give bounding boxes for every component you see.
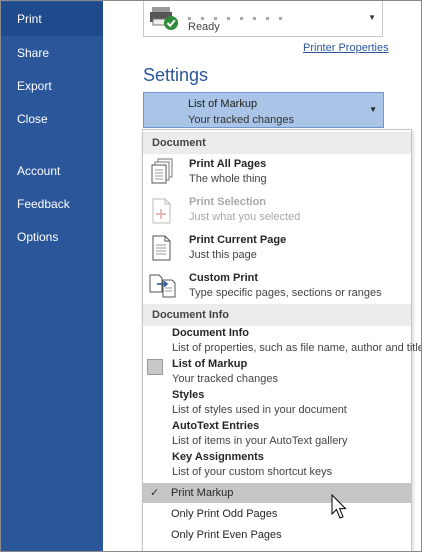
menu-item-title: Key Assignments — [172, 451, 264, 463]
all-pages-icon — [151, 158, 175, 189]
mouse-cursor-icon — [331, 493, 349, 525]
menu-item-title: Print Current Page — [189, 234, 287, 246]
option-label: Print Markup — [171, 487, 234, 499]
sidebar-item-options[interactable]: Options — [1, 220, 103, 254]
sidebar-item-share[interactable]: Share — [1, 36, 103, 70]
check-icon: ✓ — [150, 487, 160, 499]
menu-item-title: Print All Pages — [189, 158, 267, 170]
menu-item-description: Type specific pages, sections or ranges — [189, 287, 382, 299]
printer-icon — [150, 5, 180, 36]
menu-item-title: List of Markup — [172, 358, 248, 370]
backstage-window: Print Share Export Close Account Feedbac… — [0, 0, 422, 552]
sidebar-item-feedback[interactable]: Feedback — [1, 187, 103, 221]
settings-heading: Settings — [143, 65, 209, 85]
current-page-icon — [151, 235, 173, 266]
option-only-print-even-pages[interactable]: Only Print Even Pages — [143, 525, 411, 545]
menu-item-description: List of items in your AutoText gallery — [172, 435, 348, 447]
menu-item-description: Just this page — [189, 249, 257, 261]
printer-dropdown[interactable]: Ready ▼ — [143, 1, 383, 37]
menu-item-styles[interactable]: Styles List of styles used in your docum… — [143, 389, 411, 420]
menu-item-print-selection[interactable]: Print Selection Just what you selected — [143, 194, 411, 232]
section-header-document: Document — [143, 132, 411, 154]
menu-item-print-current-page[interactable]: Print Current Page Just this page — [143, 232, 411, 270]
chevron-down-icon[interactable]: ▼ — [369, 105, 377, 114]
option-print-markup[interactable]: ✓ Print Markup — [143, 483, 411, 503]
print-what-dropdown[interactable]: List of Markup Your tracked changes ▼ — [143, 92, 384, 128]
printer-properties-link[interactable]: Printer Properties — [303, 42, 389, 54]
option-label: Only Print Even Pages — [171, 529, 282, 541]
menu-item-list-of-markup[interactable]: List of Markup Your tracked changes — [143, 358, 411, 389]
selected-option-description: Your tracked changes — [188, 114, 294, 126]
menu-item-title: Custom Print — [189, 272, 259, 284]
menu-item-description: The whole thing — [189, 173, 267, 185]
sidebar-item-close[interactable]: Close — [1, 102, 103, 136]
menu-item-title: Print Selection — [189, 196, 267, 208]
menu-item-custom-print[interactable]: Custom Print Type specific pages, sectio… — [143, 270, 411, 306]
menu-item-description: List of your custom shortcut keys — [172, 466, 333, 478]
selected-indicator — [147, 359, 163, 375]
custom-print-icon — [149, 272, 179, 303]
menu-item-title: Styles — [172, 389, 205, 401]
chevron-down-icon[interactable]: ▼ — [368, 13, 376, 22]
printer-status: Ready — [188, 21, 220, 33]
menu-item-title: AutoText Entries — [172, 420, 260, 432]
menu-item-title: Document Info — [172, 327, 249, 339]
menu-item-autotext-entries[interactable]: AutoText Entries List of items in your A… — [143, 420, 411, 451]
option-only-print-odd-pages[interactable]: Only Print Odd Pages — [143, 504, 411, 524]
menu-item-key-assignments[interactable]: Key Assignments List of your custom shor… — [143, 451, 411, 482]
section-header-document-info: Document Info — [143, 304, 411, 326]
backstage-sidebar: Print Share Export Close Account Feedbac… — [1, 1, 103, 551]
sidebar-item-account[interactable]: Account — [1, 154, 103, 188]
print-what-menu: Document Print All Pages The whole thing — [142, 129, 421, 551]
menu-item-description: List of styles used in your document — [172, 404, 347, 416]
selected-option-title: List of Markup — [188, 98, 258, 110]
menu-item-document-info[interactable]: Document Info List of properties, such a… — [143, 327, 421, 358]
menu-item-description: Just what you selected — [189, 211, 301, 223]
selection-icon — [151, 198, 173, 229]
sidebar-item-export[interactable]: Export — [1, 69, 103, 103]
menu-item-print-all-pages[interactable]: Print All Pages The whole thing — [143, 156, 411, 194]
sidebar-item-print[interactable]: Print — [1, 2, 103, 36]
menu-item-description: List of properties, such as file name, a… — [172, 342, 422, 354]
printer-name-redacted — [188, 7, 338, 20]
menu-item-description: Your tracked changes — [172, 373, 278, 385]
option-label: Only Print Odd Pages — [171, 508, 278, 520]
